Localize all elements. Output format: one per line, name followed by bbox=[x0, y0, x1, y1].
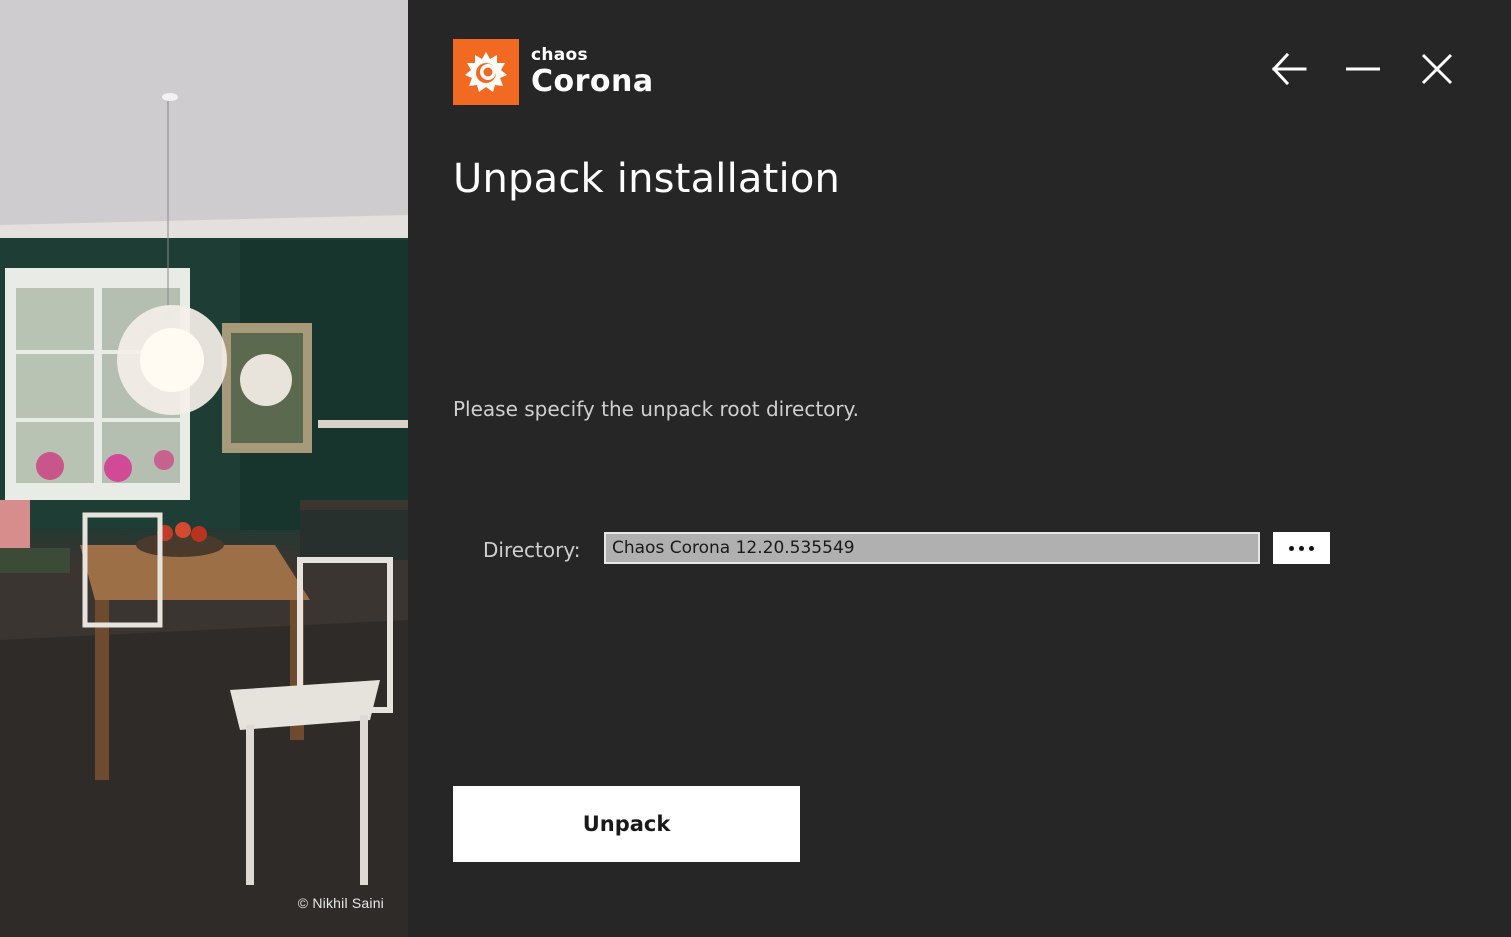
browse-button[interactable] bbox=[1273, 532, 1330, 564]
ellipsis-icon bbox=[1289, 545, 1314, 551]
minimize-icon bbox=[1346, 67, 1380, 71]
interior-render-image: © Nikhil Saini bbox=[0, 0, 408, 937]
corona-flame-icon bbox=[453, 39, 519, 105]
brand-company: chaos bbox=[531, 45, 588, 65]
window-controls bbox=[1270, 50, 1456, 88]
unpack-button[interactable]: Unpack bbox=[453, 786, 800, 862]
directory-input[interactable] bbox=[604, 532, 1260, 564]
page-title: Unpack installation bbox=[453, 156, 841, 202]
instruction-text: Please specify the unpack root directory… bbox=[453, 397, 859, 421]
close-icon bbox=[1421, 53, 1453, 85]
image-credit: © Nikhil Saini bbox=[297, 895, 384, 911]
minimize-button[interactable] bbox=[1344, 50, 1382, 88]
close-button[interactable] bbox=[1418, 50, 1456, 88]
dining-room-illustration bbox=[0, 0, 408, 937]
directory-label: Directory: bbox=[483, 538, 581, 562]
back-arrow-icon bbox=[1271, 52, 1307, 86]
brand-product: Corona bbox=[531, 64, 654, 99]
chaos-corona-logo: chaos Corona bbox=[453, 39, 654, 105]
back-button[interactable] bbox=[1270, 50, 1308, 88]
installer-window: © Nikhil Saini chaos Corona Unpack insta… bbox=[0, 0, 1511, 937]
